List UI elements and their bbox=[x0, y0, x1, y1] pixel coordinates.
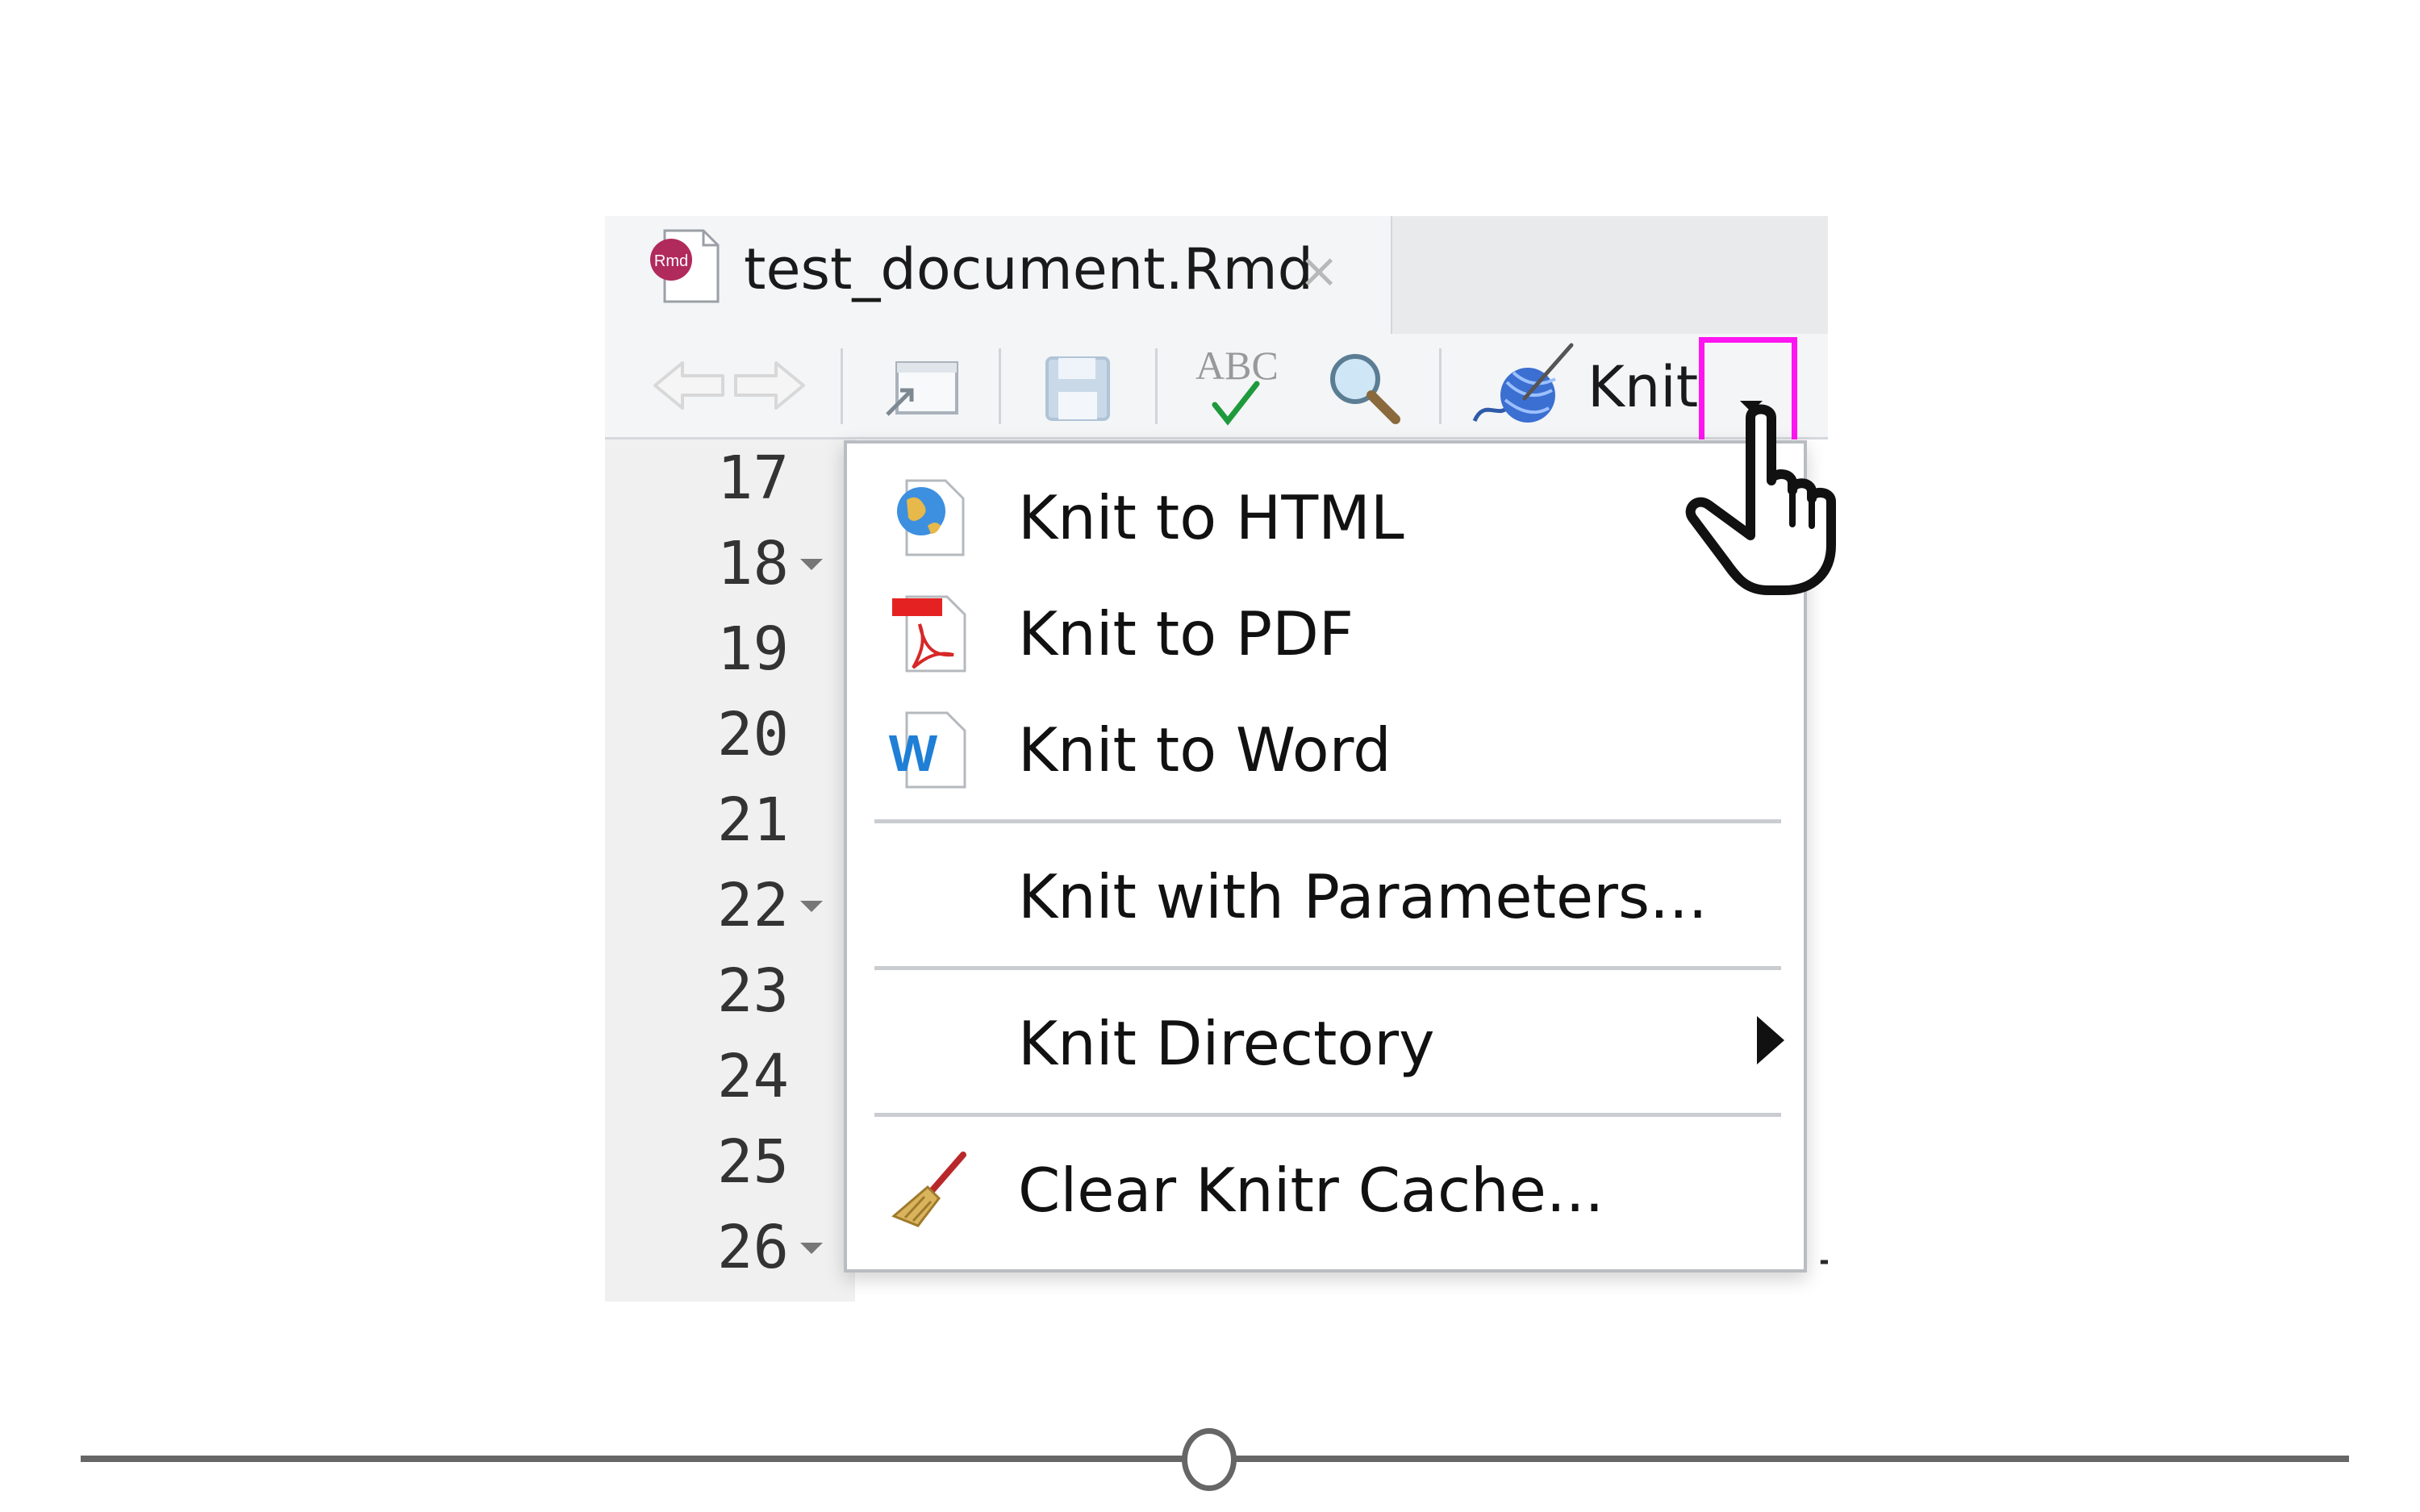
tab-title: test_document.Rmd bbox=[744, 236, 1314, 302]
line-number: 17 bbox=[716, 444, 789, 513]
globe-document-icon bbox=[897, 479, 965, 556]
line-number: 24 bbox=[716, 1042, 789, 1111]
menu-item-knit-to-word[interactable]: W Knit to Word bbox=[847, 697, 1804, 797]
menu-item-label: Knit to PDF bbox=[1018, 598, 1354, 669]
tab-test-document[interactable]: Rmd test_document.Rmd × bbox=[605, 216, 1392, 334]
menu-item-label: Clear Knitr Cache... bbox=[1018, 1155, 1604, 1226]
menu-item-label: Knit with Parameters... bbox=[1018, 861, 1708, 932]
menu-separator bbox=[874, 1113, 1781, 1117]
save-icon[interactable] bbox=[1041, 352, 1115, 426]
broom-icon bbox=[891, 1152, 966, 1227]
knit-dropdown-menu: Knit to HTML Knit to PDF W Knit to Word … bbox=[844, 440, 1807, 1272]
menu-item-knit-with-parameters[interactable]: Knit with Parameters... bbox=[847, 843, 1804, 943]
rmd-file-icon: Rmd bbox=[650, 229, 720, 303]
line-number: 21 bbox=[716, 785, 789, 855]
fold-arrow-icon[interactable] bbox=[800, 559, 823, 570]
line-number: 19 bbox=[716, 614, 789, 684]
hand-pointer-cursor-icon bbox=[1685, 404, 1836, 595]
menu-separator bbox=[874, 819, 1781, 823]
tab-strip: Rmd test_document.Rmd × bbox=[605, 216, 1828, 334]
code-text: f bbox=[1815, 1238, 1828, 1302]
menu-item-label: Knit Directory bbox=[1018, 1008, 1435, 1079]
rstudio-editor-screenshot: Rmd test_document.Rmd × ABC Knit 17 18 1… bbox=[605, 216, 1828, 1302]
word-document-icon: W bbox=[889, 711, 966, 789]
video-scrubber-thumb[interactable] bbox=[1182, 1428, 1237, 1491]
line-number: 20 bbox=[716, 700, 789, 769]
menu-item-knit-to-pdf[interactable]: Knit to PDF bbox=[847, 581, 1804, 681]
tab-close-icon[interactable]: × bbox=[1299, 239, 1339, 303]
svg-text:W: W bbox=[889, 724, 938, 782]
forward-icon[interactable] bbox=[731, 355, 808, 416]
menu-item-clear-knitr-cache[interactable]: Clear Knitr Cache... bbox=[847, 1137, 1804, 1237]
pdf-document-icon bbox=[892, 595, 966, 673]
line-number: 25 bbox=[716, 1127, 789, 1197]
show-in-window-icon[interactable] bbox=[879, 350, 963, 424]
submenu-arrow-icon bbox=[1757, 1016, 1784, 1064]
menu-item-label: Knit to HTML bbox=[1018, 482, 1404, 553]
menu-item-knit-directory[interactable]: Knit Directory bbox=[847, 990, 1804, 1090]
line-number: 23 bbox=[716, 956, 789, 1026]
back-icon[interactable] bbox=[650, 355, 728, 416]
editor-toolbar: ABC Knit bbox=[605, 334, 1828, 452]
fold-arrow-icon[interactable] bbox=[800, 1243, 823, 1254]
line-number: 22 bbox=[716, 871, 789, 940]
toolbar-separator bbox=[1439, 348, 1442, 424]
menu-separator bbox=[874, 966, 1781, 970]
line-number: 18 bbox=[716, 529, 789, 598]
search-icon[interactable] bbox=[1323, 347, 1404, 427]
toolbar-separator bbox=[999, 348, 1001, 424]
line-number-gutter: 17 18 19 20 21 22 23 24 25 26 bbox=[605, 439, 855, 1302]
toolbar-separator bbox=[1155, 348, 1158, 424]
checkmark-icon bbox=[1212, 381, 1260, 426]
toolbar-separator bbox=[841, 348, 843, 424]
rmd-icon-label: Rmd bbox=[654, 252, 688, 270]
knit-yarn-icon[interactable] bbox=[1468, 342, 1578, 431]
spellcheck-icon[interactable]: ABC bbox=[1191, 340, 1287, 429]
fold-arrow-icon[interactable] bbox=[800, 901, 823, 912]
line-number: 26 bbox=[716, 1213, 789, 1282]
menu-item-label: Knit to Word bbox=[1018, 714, 1392, 785]
menu-item-knit-to-html[interactable]: Knit to HTML bbox=[847, 464, 1804, 564]
